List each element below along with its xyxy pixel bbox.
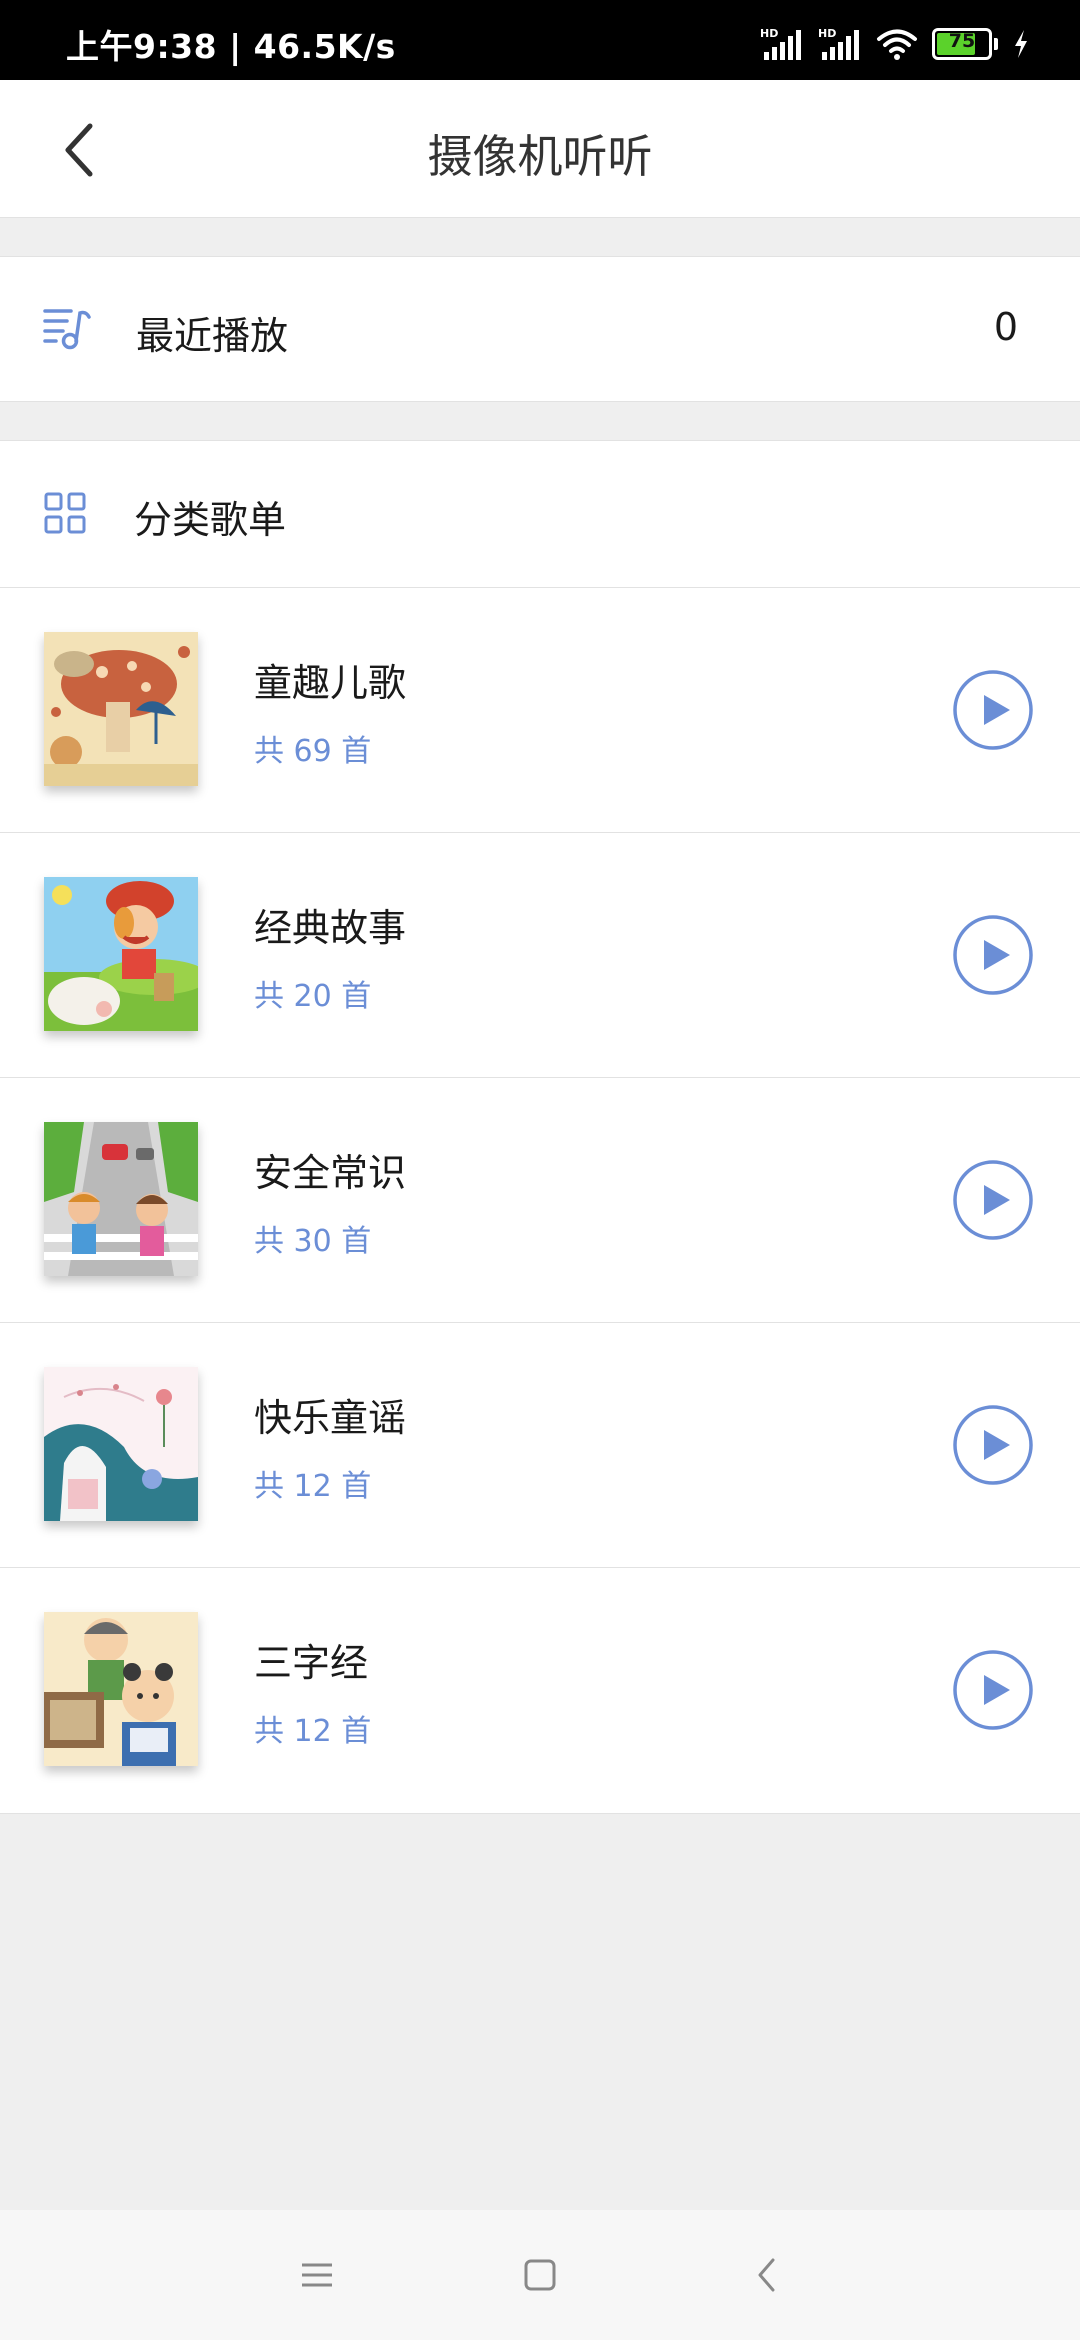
system-nav-bar bbox=[0, 2210, 1080, 2340]
playlist-count: 共 12 首 bbox=[254, 1469, 372, 1504]
home-icon bbox=[524, 2259, 556, 2291]
category-section: 分类歌单 童趣儿歌 共 69 首 经典故事 共 20 首 安全常识 共 30 首… bbox=[0, 440, 1080, 1814]
category-title: 分类歌单 bbox=[134, 498, 287, 542]
svg-text:HD: HD bbox=[760, 27, 778, 40]
page-title: 摄像机听听 bbox=[427, 130, 653, 183]
hd-signal-icon: HD bbox=[818, 27, 859, 60]
music-list-icon bbox=[43, 309, 91, 350]
status-time: 上午9:38 | 46.5K/s bbox=[66, 27, 396, 66]
grid-icon bbox=[44, 492, 86, 534]
hd-signal-icon: HD bbox=[760, 27, 801, 60]
battery-icon: 75 bbox=[932, 28, 998, 60]
playlist-count: 共 20 首 bbox=[254, 979, 372, 1014]
status-icons: HD HD 75 bbox=[760, 24, 1030, 64]
battery-level: 75 bbox=[948, 30, 976, 52]
playlist-count: 共 69 首 bbox=[254, 734, 372, 769]
playlist-item[interactable]: 三字经 共 12 首 bbox=[0, 1568, 1080, 1813]
play-circle-icon[interactable] bbox=[952, 669, 1034, 751]
playlist-title: 经典故事 bbox=[254, 906, 407, 950]
play-circle-icon[interactable] bbox=[952, 1649, 1034, 1731]
menu-button[interactable] bbox=[292, 2250, 342, 2300]
playlist-item[interactable]: 经典故事 共 20 首 bbox=[0, 833, 1080, 1078]
status-bar: 上午9:38 | 46.5K/s HD HD 75 bbox=[0, 0, 1080, 80]
play-circle-icon[interactable] bbox=[952, 914, 1034, 996]
playlist-title: 三字经 bbox=[254, 1641, 369, 1685]
recent-play-row[interactable]: 最近播放 0 bbox=[0, 256, 1080, 402]
playlist-title: 快乐童谣 bbox=[254, 1396, 407, 1440]
menu-icon bbox=[302, 2263, 332, 2287]
playlist-title: 安全常识 bbox=[254, 1151, 407, 1195]
playlist-cover-image[interactable] bbox=[44, 632, 198, 786]
play-circle-icon[interactable] bbox=[952, 1404, 1034, 1486]
recent-play-label: 最近播放 bbox=[136, 314, 289, 358]
playlist-cover-image[interactable] bbox=[44, 877, 198, 1031]
wifi-icon bbox=[877, 29, 917, 60]
play-circle-icon[interactable] bbox=[952, 1159, 1034, 1241]
playlist-cover-image[interactable] bbox=[44, 1122, 198, 1276]
playlist-cover-image[interactable] bbox=[44, 1367, 198, 1521]
playlist-cover-image[interactable] bbox=[44, 1612, 198, 1766]
playlist-item[interactable]: 安全常识 共 30 首 bbox=[0, 1078, 1080, 1323]
recent-play-count: 0 bbox=[993, 305, 1018, 349]
playlist-item[interactable]: 童趣儿歌 共 69 首 bbox=[0, 588, 1080, 833]
home-button[interactable] bbox=[515, 2250, 565, 2300]
nav-back-button[interactable] bbox=[742, 2250, 792, 2300]
charging-icon bbox=[1015, 30, 1027, 58]
playlist-item[interactable]: 快乐童谣 共 12 首 bbox=[0, 1323, 1080, 1568]
back-icon bbox=[758, 2258, 775, 2292]
playlist-count: 共 30 首 bbox=[254, 1224, 372, 1259]
header: 摄像机听听 bbox=[0, 80, 1080, 218]
category-header: 分类歌单 bbox=[0, 441, 1080, 588]
svg-text:HD: HD bbox=[818, 27, 836, 40]
playlist-count: 共 12 首 bbox=[254, 1714, 372, 1749]
playlist-title: 童趣儿歌 bbox=[254, 661, 407, 705]
